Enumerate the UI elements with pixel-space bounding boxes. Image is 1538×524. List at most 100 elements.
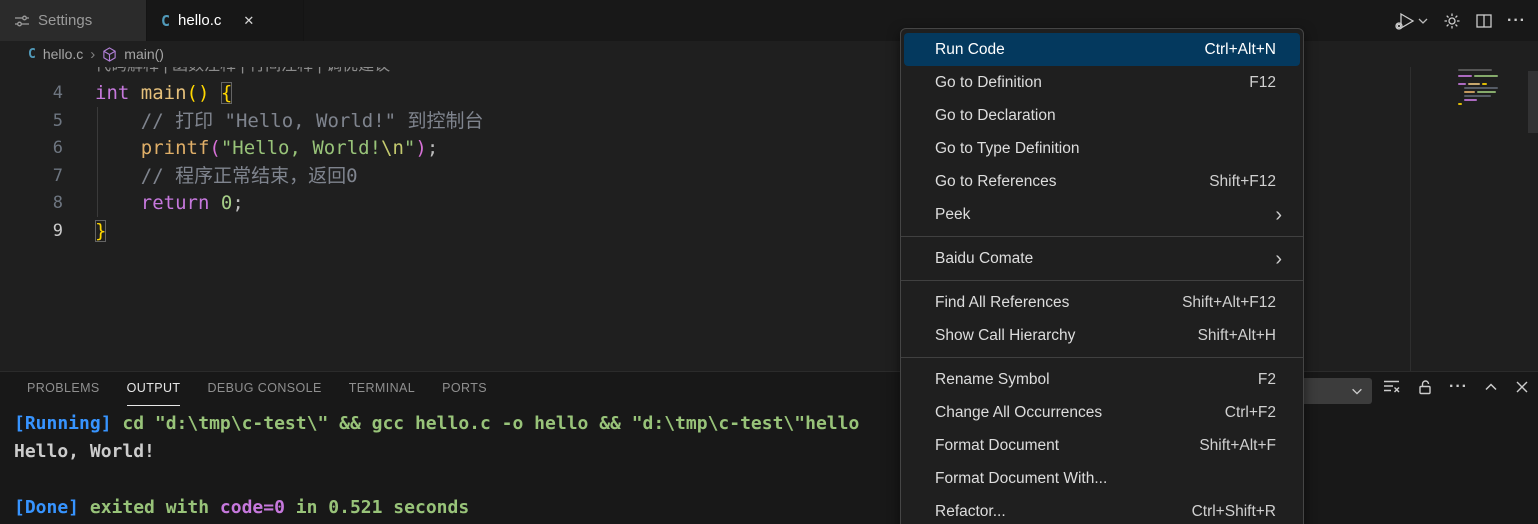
- menu-item-shortcut: Ctrl+Shift+R: [1192, 503, 1276, 521]
- menu-separator: [901, 236, 1303, 237]
- tab-label: Settings: [38, 12, 92, 29]
- minimap-line: [1464, 91, 1496, 93]
- context-menu: Run CodeCtrl+Alt+NGo to DefinitionF12Go …: [900, 28, 1304, 524]
- menu-item-find-all-references[interactable]: Find All References Shift+Alt+F12: [904, 286, 1300, 319]
- split-editor-icon[interactable]: [1475, 12, 1493, 30]
- code-line-4[interactable]: 4int main() {: [0, 80, 1538, 108]
- menu-item-shortcut: F2: [1258, 371, 1276, 389]
- menu-item-label: Format Document With...: [935, 470, 1107, 488]
- code-line-5[interactable]: 5 // 打印 "Hello, World!" 到控制台: [0, 108, 1538, 136]
- tab-hello-c[interactable]: C hello.c ✕: [147, 0, 304, 41]
- c-file-icon: C: [161, 12, 170, 30]
- menu-item-shortcut: F12: [1249, 74, 1276, 92]
- menu-item-shortcut: Ctrl+F2: [1225, 404, 1276, 422]
- minimap-line: [1458, 69, 1492, 71]
- minimap-line: [1464, 99, 1477, 101]
- code-text: printf("Hello, World!\n");: [63, 137, 438, 159]
- menu-item-label: Run Code: [935, 41, 1005, 59]
- menu-item-run-code[interactable]: Run Code Ctrl+Alt+N: [904, 33, 1300, 66]
- line-number: 7: [0, 163, 63, 191]
- chevron-right-icon: ›: [90, 46, 95, 63]
- menu-item-change-all-occurrences[interactable]: Change All OccurrencesCtrl+F2: [904, 396, 1300, 429]
- panel-tab-debug-console[interactable]: DEBUG CONSOLE: [207, 372, 321, 406]
- clear-output-icon[interactable]: [1382, 377, 1401, 396]
- output-line: [Done] exited with code=0 in 0.521 secon…: [14, 494, 1538, 522]
- menu-item-baidu-comate[interactable]: Baidu Comate›: [904, 242, 1300, 275]
- code-line-9[interactable]: 9}: [0, 218, 1538, 246]
- menu-item-shortcut: Shift+Alt+H: [1198, 327, 1276, 345]
- menu-item-show-call-hierarchy[interactable]: Show Call Hierarchy Shift+Alt+H: [904, 319, 1300, 352]
- output-line: Hello, World!: [14, 438, 1538, 466]
- minimap[interactable]: [1456, 69, 1532, 209]
- code-line-6[interactable]: 6 printf("Hello, World!\n");: [0, 135, 1538, 163]
- run-or-debug-button[interactable]: [1391, 11, 1429, 31]
- menu-item-label: Refactor...: [935, 503, 1006, 521]
- bottom-panel: PROBLEMS OUTPUT DEBUG CONSOLE TERMINAL PORTS…: [0, 371, 1538, 524]
- chevron-down-icon: [1350, 384, 1364, 398]
- menu-item-refactor[interactable]: Refactor... Ctrl+Shift+R: [904, 495, 1300, 524]
- menu-item-go-to-references[interactable]: Go to References Shift+F12: [904, 165, 1300, 198]
- menu-item-peek[interactable]: Peek ›: [904, 198, 1300, 231]
- panel-tab-output[interactable]: OUTPUT: [127, 372, 181, 406]
- editor-actions: ···: [1379, 0, 1538, 41]
- line-number: 6: [0, 135, 63, 163]
- line-number: 5: [0, 108, 63, 136]
- menu-item-go-to-definition[interactable]: Go to Definition F12: [904, 66, 1300, 99]
- menu-item-label: Baidu Comate: [935, 250, 1033, 268]
- code-text: return 0;: [63, 192, 244, 214]
- panel-actions: ···: [1382, 377, 1530, 396]
- menu-item-label: Go to References: [935, 173, 1056, 191]
- vertical-ruler: [1410, 67, 1411, 371]
- panel-tab-problems[interactable]: PROBLEMS: [27, 372, 100, 406]
- menu-item-shortcut: Ctrl+Alt+N: [1205, 41, 1277, 59]
- menu-item-label: Go to Declaration: [935, 107, 1056, 125]
- tab-label: hello.c: [178, 12, 221, 29]
- code-line-7[interactable]: 7 // 程序正常结束，返回0: [0, 163, 1538, 191]
- line-number: 9: [0, 218, 63, 246]
- menu-item-label: Go to Type Definition: [935, 140, 1079, 158]
- menu-item-label: Format Document: [935, 437, 1059, 455]
- menu-item-shortcut: Shift+F12: [1209, 173, 1276, 191]
- menu-item-format-document[interactable]: Format Document Shift+Alt+F: [904, 429, 1300, 462]
- code-editor[interactable]: 代码解释 | 函数注释 | 行间注释 | 调优建议 4int main() {5…: [0, 67, 1538, 371]
- panel-tab-ports[interactable]: PORTS: [442, 372, 487, 406]
- menu-item-label: Show Call Hierarchy: [935, 327, 1075, 345]
- menu-item-label: Go to Definition: [935, 74, 1042, 92]
- close-panel-icon[interactable]: [1514, 379, 1530, 395]
- more-actions-icon[interactable]: ···: [1507, 12, 1526, 30]
- code-line-8[interactable]: 8 return 0;: [0, 190, 1538, 218]
- panel-more-actions-icon[interactable]: ···: [1449, 378, 1468, 396]
- symbol-cube-icon: [102, 47, 117, 62]
- line-number: 8: [0, 190, 63, 218]
- minimap-line: [1458, 83, 1487, 85]
- settings-sliders-icon: [14, 13, 30, 29]
- tab-settings[interactable]: Settings: [0, 0, 147, 41]
- menu-item-format-document-with[interactable]: Format Document With...: [904, 462, 1300, 495]
- close-tab-icon[interactable]: ✕: [243, 13, 254, 29]
- menu-item-label: Peek: [935, 206, 970, 224]
- menu-item-shortcut: Shift+Alt+F12: [1182, 294, 1276, 312]
- editor-scrollbar[interactable]: [1528, 71, 1538, 133]
- code-text: // 打印 "Hello, World!" 到控制台: [63, 110, 484, 132]
- indent-guide: [97, 107, 98, 217]
- menu-item-go-to-declaration[interactable]: Go to Declaration: [904, 99, 1300, 132]
- minimap-line: [1458, 75, 1498, 77]
- output-log: [Running] cd "d:\tmp\c-test\" && gcc hel…: [14, 410, 1538, 522]
- code-text: int main() {: [63, 82, 232, 104]
- menu-item-rename-symbol[interactable]: Rename Symbol F2: [904, 363, 1300, 396]
- unlock-icon[interactable]: [1416, 378, 1434, 396]
- breadcrumb-symbol[interactable]: main(): [124, 46, 164, 62]
- menu-item-label: Rename Symbol: [935, 371, 1050, 389]
- submenu-chevron-icon: ›: [1275, 208, 1282, 222]
- panel-tab-terminal[interactable]: TERMINAL: [349, 372, 415, 406]
- c-file-icon: C: [28, 47, 36, 62]
- maximize-panel-icon[interactable]: [1483, 379, 1499, 395]
- gear-icon[interactable]: [1443, 12, 1461, 30]
- menu-separator: [901, 280, 1303, 281]
- menu-item-go-to-type-definition[interactable]: Go to Type Definition: [904, 132, 1300, 165]
- menu-item-label: Find All References: [935, 294, 1069, 312]
- menu-item-shortcut: Shift+Alt+F: [1199, 437, 1276, 455]
- codelens-actions[interactable]: 代码解释 | 函数注释 | 行间注释 | 调优建议: [95, 67, 390, 79]
- code-lines: 4int main() {5 // 打印 "Hello, World!" 到控制…: [0, 80, 1538, 245]
- breadcrumb-file[interactable]: hello.c: [43, 46, 83, 62]
